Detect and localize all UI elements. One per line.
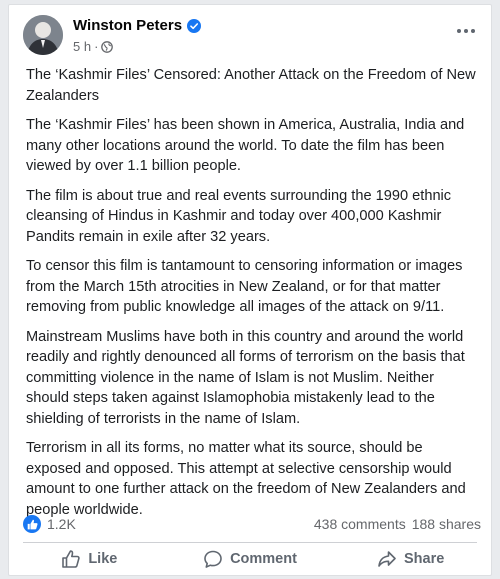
verified-badge-icon [187,18,202,33]
reaction-count[interactable]: 1.2K [47,516,76,532]
thumbs-up-icon [27,519,38,529]
comments-count[interactable]: 438 comments [314,516,406,532]
comment-icon [204,550,222,568]
meta-separator: · [94,39,99,54]
post-paragraph: To censor this film is tantamount to cen… [26,258,463,315]
post-card: Winston Peters 5 h · The ‘Kashmir Files’… [8,4,492,576]
like-label: Like [88,551,118,567]
share-label: Share [404,551,445,567]
thumbs-up-icon [62,550,81,568]
avatar[interactable] [23,15,63,55]
post-body: The ‘Kashmir Files’ Censored: Another At… [26,65,476,529]
more-dot-icon [457,29,461,33]
post-header: Winston Peters 5 h · [23,15,477,65]
post-title: The ‘Kashmir Files’ Censored: Another At… [26,67,476,104]
post-meta: 5 h · [73,39,114,54]
post-paragraph: Terrorism in all its forms, no matter wh… [26,440,466,518]
comment-button[interactable]: Comment [170,545,331,573]
author-name[interactable]: Winston Peters [73,17,182,34]
actions-divider [23,542,477,543]
shares-count[interactable]: 188 shares [412,516,481,532]
profile-photo-icon [23,15,63,55]
engagement-bar: 1.2K 438 comments 188 shares [23,513,481,535]
globe-icon [101,40,114,53]
post-paragraph: Mainstream Muslims have both in this cou… [26,328,465,427]
post-paragraph: The ‘Kashmir Files’ has been shown in Am… [26,117,465,174]
post-paragraph: The film is about true and real events s… [26,187,452,245]
post-actions: Like Comment Share [9,545,491,573]
share-icon [378,551,396,567]
more-dot-icon [471,29,475,33]
like-reaction-icon[interactable] [23,515,41,533]
share-button[interactable]: Share [330,545,491,573]
more-options-button[interactable] [453,21,479,41]
author-row: Winston Peters [73,17,202,34]
post-time[interactable]: 5 h [73,39,91,54]
engagement-stats: 438 comments 188 shares [314,516,481,532]
comment-label: Comment [230,551,297,567]
more-dot-icon [464,29,468,33]
like-button[interactable]: Like [9,545,170,573]
